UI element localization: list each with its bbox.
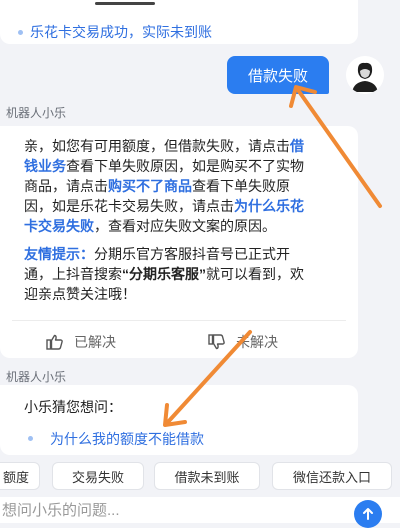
- tip-douyin-name: “分期乐客服”: [122, 266, 206, 282]
- chat-input-bar: [0, 497, 400, 528]
- quick-chip-quota[interactable]: 额度: [0, 462, 40, 490]
- suggested-question-link[interactable]: 为什么我的额度不能借款: [50, 429, 204, 449]
- suggested-questions-card: 小乐猜您想问： 为什么我的额度不能借款: [0, 385, 358, 455]
- quick-chip-wechat-repayment[interactable]: 微信还款入口: [272, 462, 392, 490]
- thumbs-down-icon: [208, 334, 225, 350]
- send-button[interactable]: [354, 500, 382, 528]
- bullet-dot: [28, 436, 33, 441]
- tip-label: 友情提示：: [24, 246, 94, 262]
- unresolved-label: 未解决: [236, 334, 278, 350]
- user-avatar-icon: [346, 56, 384, 94]
- answer-text-segment: ，查看对应失败文案的原因。: [94, 218, 276, 234]
- suggested-questions-title: 小乐猜您想问：: [24, 399, 122, 415]
- bot-answer-text: 亲，如您有可用额度，但借款失败，请点击借钱业务查看下单失败原因，如是购买不了实物…: [24, 136, 306, 304]
- feedback-divider: [12, 320, 346, 321]
- resolved-button[interactable]: 已解决: [46, 332, 116, 352]
- cropped-text-fragment: [95, 2, 155, 5]
- arrow-up-icon: [363, 508, 373, 520]
- unresolved-button[interactable]: 未解决: [208, 332, 278, 352]
- suggestion-link[interactable]: 乐花卡交易成功，实际未到账: [30, 22, 212, 42]
- chat-input[interactable]: [0, 497, 332, 523]
- bullet-dot: [18, 30, 23, 35]
- thumbs-up-icon: [46, 334, 63, 350]
- bot-name-label: 机器人小乐: [6, 370, 67, 384]
- quick-chip-transaction-failed[interactable]: 交易失败: [52, 462, 144, 490]
- link-cannot-buy-goods[interactable]: 购买不了商品: [108, 178, 192, 194]
- quick-chip-loan-not-arrived[interactable]: 借款未到账: [154, 462, 260, 490]
- previous-suggestion-card: 乐花卡交易成功，实际未到账: [0, 0, 358, 44]
- answer-text-segment: 亲，如您有可用额度，但借款失败，请点击: [24, 138, 290, 154]
- bot-answer-card: 亲，如您有可用额度，但借款失败，请点击借钱业务查看下单失败原因，如是购买不了实物…: [0, 126, 358, 358]
- user-message-bubble: 借款失败: [227, 56, 329, 94]
- bot-name-label: 机器人小乐: [6, 106, 67, 120]
- user-avatar: [346, 56, 384, 94]
- resolved-label: 已解决: [74, 334, 116, 350]
